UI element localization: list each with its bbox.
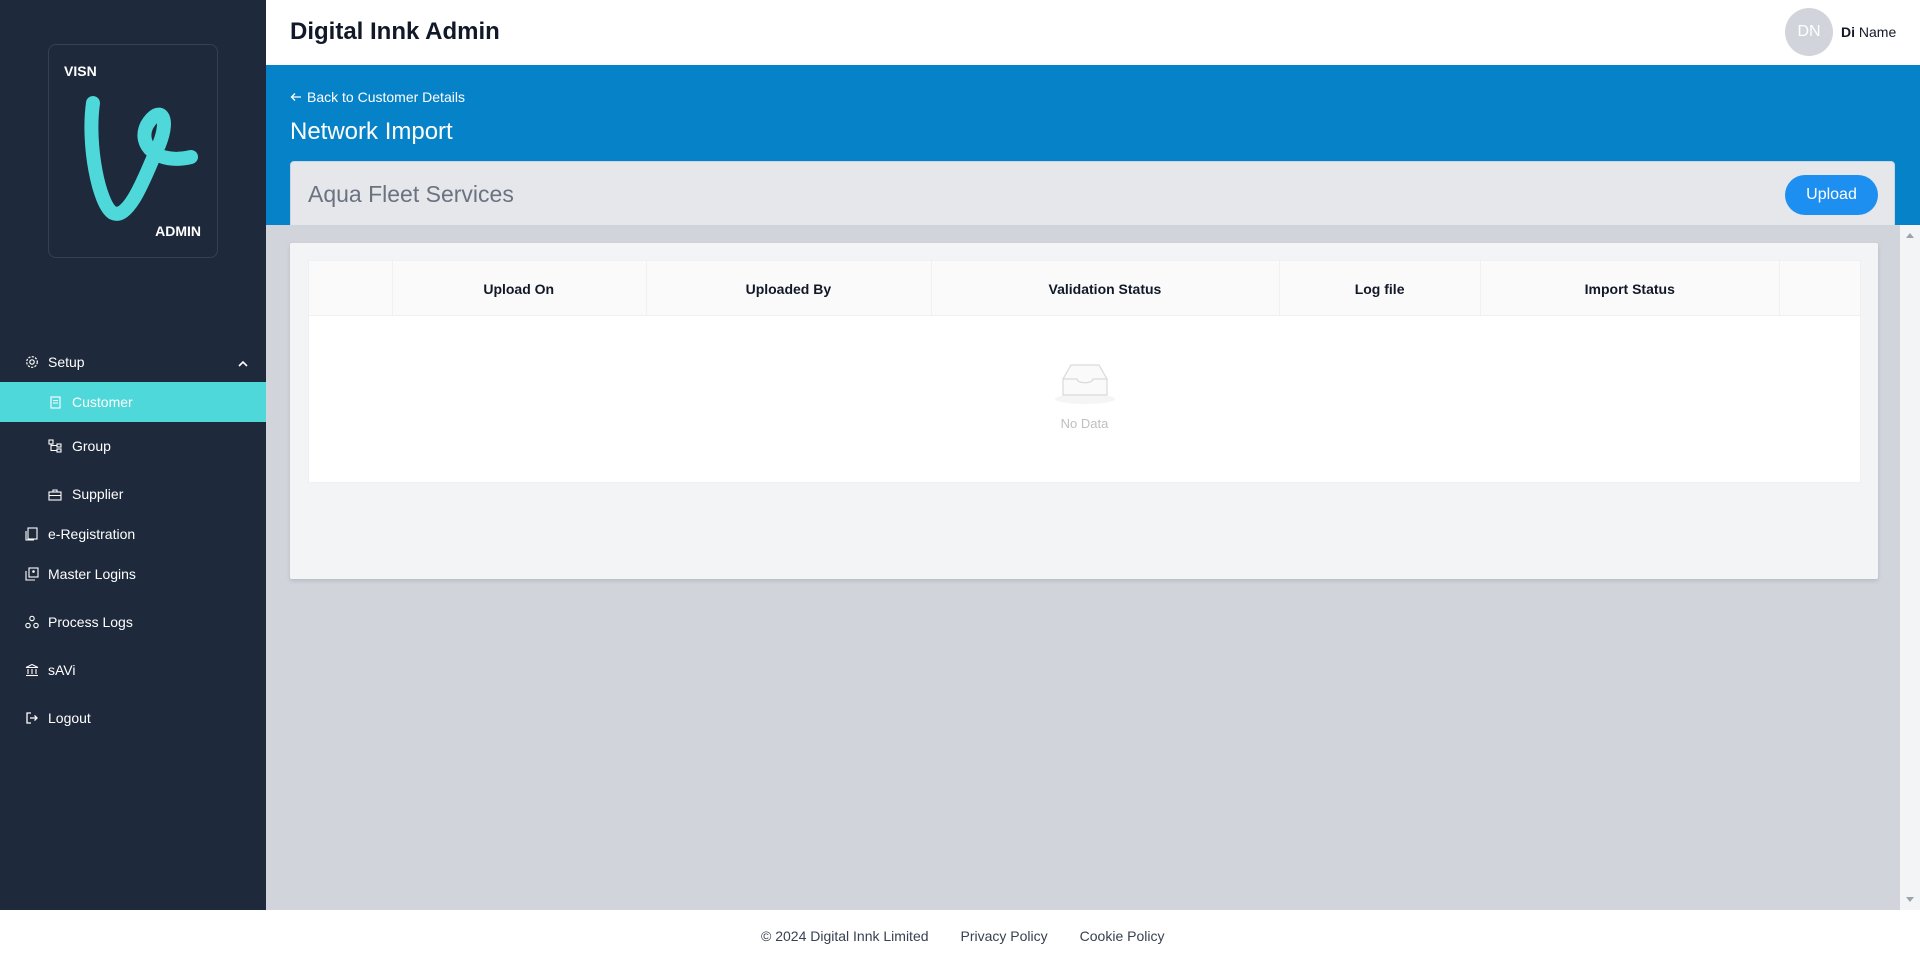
sidebar-item-savi[interactable]: sAVi <box>0 646 266 694</box>
empty-text: No Data <box>1060 416 1109 431</box>
logo-v-mark <box>84 96 198 221</box>
sidebar-item-master-logins[interactable]: Master Logins <box>0 550 266 598</box>
hierarchy-icon <box>48 439 62 453</box>
column-header-uploaded-by: Uploaded By <box>645 261 932 316</box>
document-icon <box>48 395 62 409</box>
logo-top-text: VISN <box>64 63 97 79</box>
sidebar-item-e-registration[interactable]: e-Registration <box>0 518 266 550</box>
column-header-select <box>309 261 392 316</box>
bank-icon <box>24 662 40 678</box>
sidebar-item-label: sAVi <box>48 662 76 678</box>
top-header: Digital Innk Admin DN Di Name <box>266 0 1920 65</box>
user-first-name: Di <box>1841 24 1855 40</box>
logins-icon <box>24 566 40 582</box>
sidebar-item-setup[interactable]: Setup <box>0 342 266 382</box>
empty-inbox-icon <box>1054 364 1115 404</box>
logout-icon <box>24 710 40 726</box>
page-title: Network Import <box>290 118 453 145</box>
sidebar-item-label: Setup <box>48 354 85 370</box>
gear-icon <box>24 354 40 370</box>
user-last-name: Name <box>1858 24 1897 40</box>
customer-header-card: Aqua Fleet Services Upload <box>290 161 1895 226</box>
register-icon <box>24 526 40 542</box>
briefcase-icon <box>48 487 62 501</box>
empty-state: No Data <box>309 361 1860 431</box>
import-table-panel: Upload On Uploaded By Validation Status … <box>290 243 1878 579</box>
logo[interactable]: VISN ADMIN <box>48 44 218 258</box>
sidebar-item-group[interactable]: Group <box>0 422 266 470</box>
footer: © 2024 Digital Innk Limited Privacy Poli… <box>0 910 1920 962</box>
column-header-log-file: Log file <box>1278 261 1481 316</box>
sidebar-item-label: Customer <box>72 394 133 410</box>
footer-links: © 2024 Digital Innk Limited Privacy Poli… <box>761 928 1196 944</box>
copyright-text: © 2024 Digital Innk Limited <box>761 928 929 944</box>
sidebar-item-supplier[interactable]: Supplier <box>0 470 266 518</box>
sidebar: VISN ADMIN Setup Customer Group Supplier… <box>0 0 266 910</box>
scroll-up-arrow[interactable] <box>1906 233 1914 238</box>
privacy-policy-link[interactable]: Privacy Policy <box>961 928 1048 944</box>
sidebar-item-label: Process Logs <box>48 614 133 630</box>
arrow-left-icon <box>290 93 301 101</box>
sidebar-item-label: Supplier <box>72 486 124 502</box>
sidebar-item-process-logs[interactable]: Process Logs <box>0 598 266 646</box>
sidebar-item-label: Logout <box>48 710 91 726</box>
sidebar-item-logout[interactable]: Logout <box>0 694 266 742</box>
app-title: Digital Innk Admin <box>290 18 500 45</box>
table-header: Upload On Uploaded By Validation Status … <box>309 261 1860 316</box>
sidebar-item-customer[interactable]: Customer <box>0 382 266 422</box>
import-table: Upload On Uploaded By Validation Status … <box>308 260 1861 483</box>
cookie-policy-link[interactable]: Cookie Policy <box>1080 928 1165 944</box>
column-header-actions <box>1779 261 1860 316</box>
avatar[interactable]: DN <box>1785 8 1833 56</box>
chevron-up-icon[interactable] <box>238 355 248 371</box>
sidebar-item-label: e-Registration <box>48 526 136 542</box>
sidebar-item-label: Group <box>72 438 111 454</box>
page-scrollbar[interactable] <box>1900 225 1920 910</box>
upload-button[interactable]: Upload <box>1785 175 1878 215</box>
back-to-customer-details-link[interactable]: Back to Customer Details <box>290 89 465 105</box>
user-name[interactable]: Di Name <box>1841 24 1896 40</box>
customer-name: Aqua Fleet Services <box>308 181 514 207</box>
sidebar-nav: Setup Customer Group Supplier e-Registra… <box>0 342 266 742</box>
logo-bottom-text: ADMIN <box>155 223 201 239</box>
sidebar-item-label: Master Logins <box>48 566 136 582</box>
column-header-validation-status: Validation Status <box>931 261 1279 316</box>
column-header-upload-on: Upload On <box>391 261 646 316</box>
column-header-import-status: Import Status <box>1480 261 1779 316</box>
cluster-icon <box>24 614 40 630</box>
scroll-down-arrow[interactable] <box>1906 897 1914 902</box>
back-link-label: Back to Customer Details <box>307 89 465 105</box>
